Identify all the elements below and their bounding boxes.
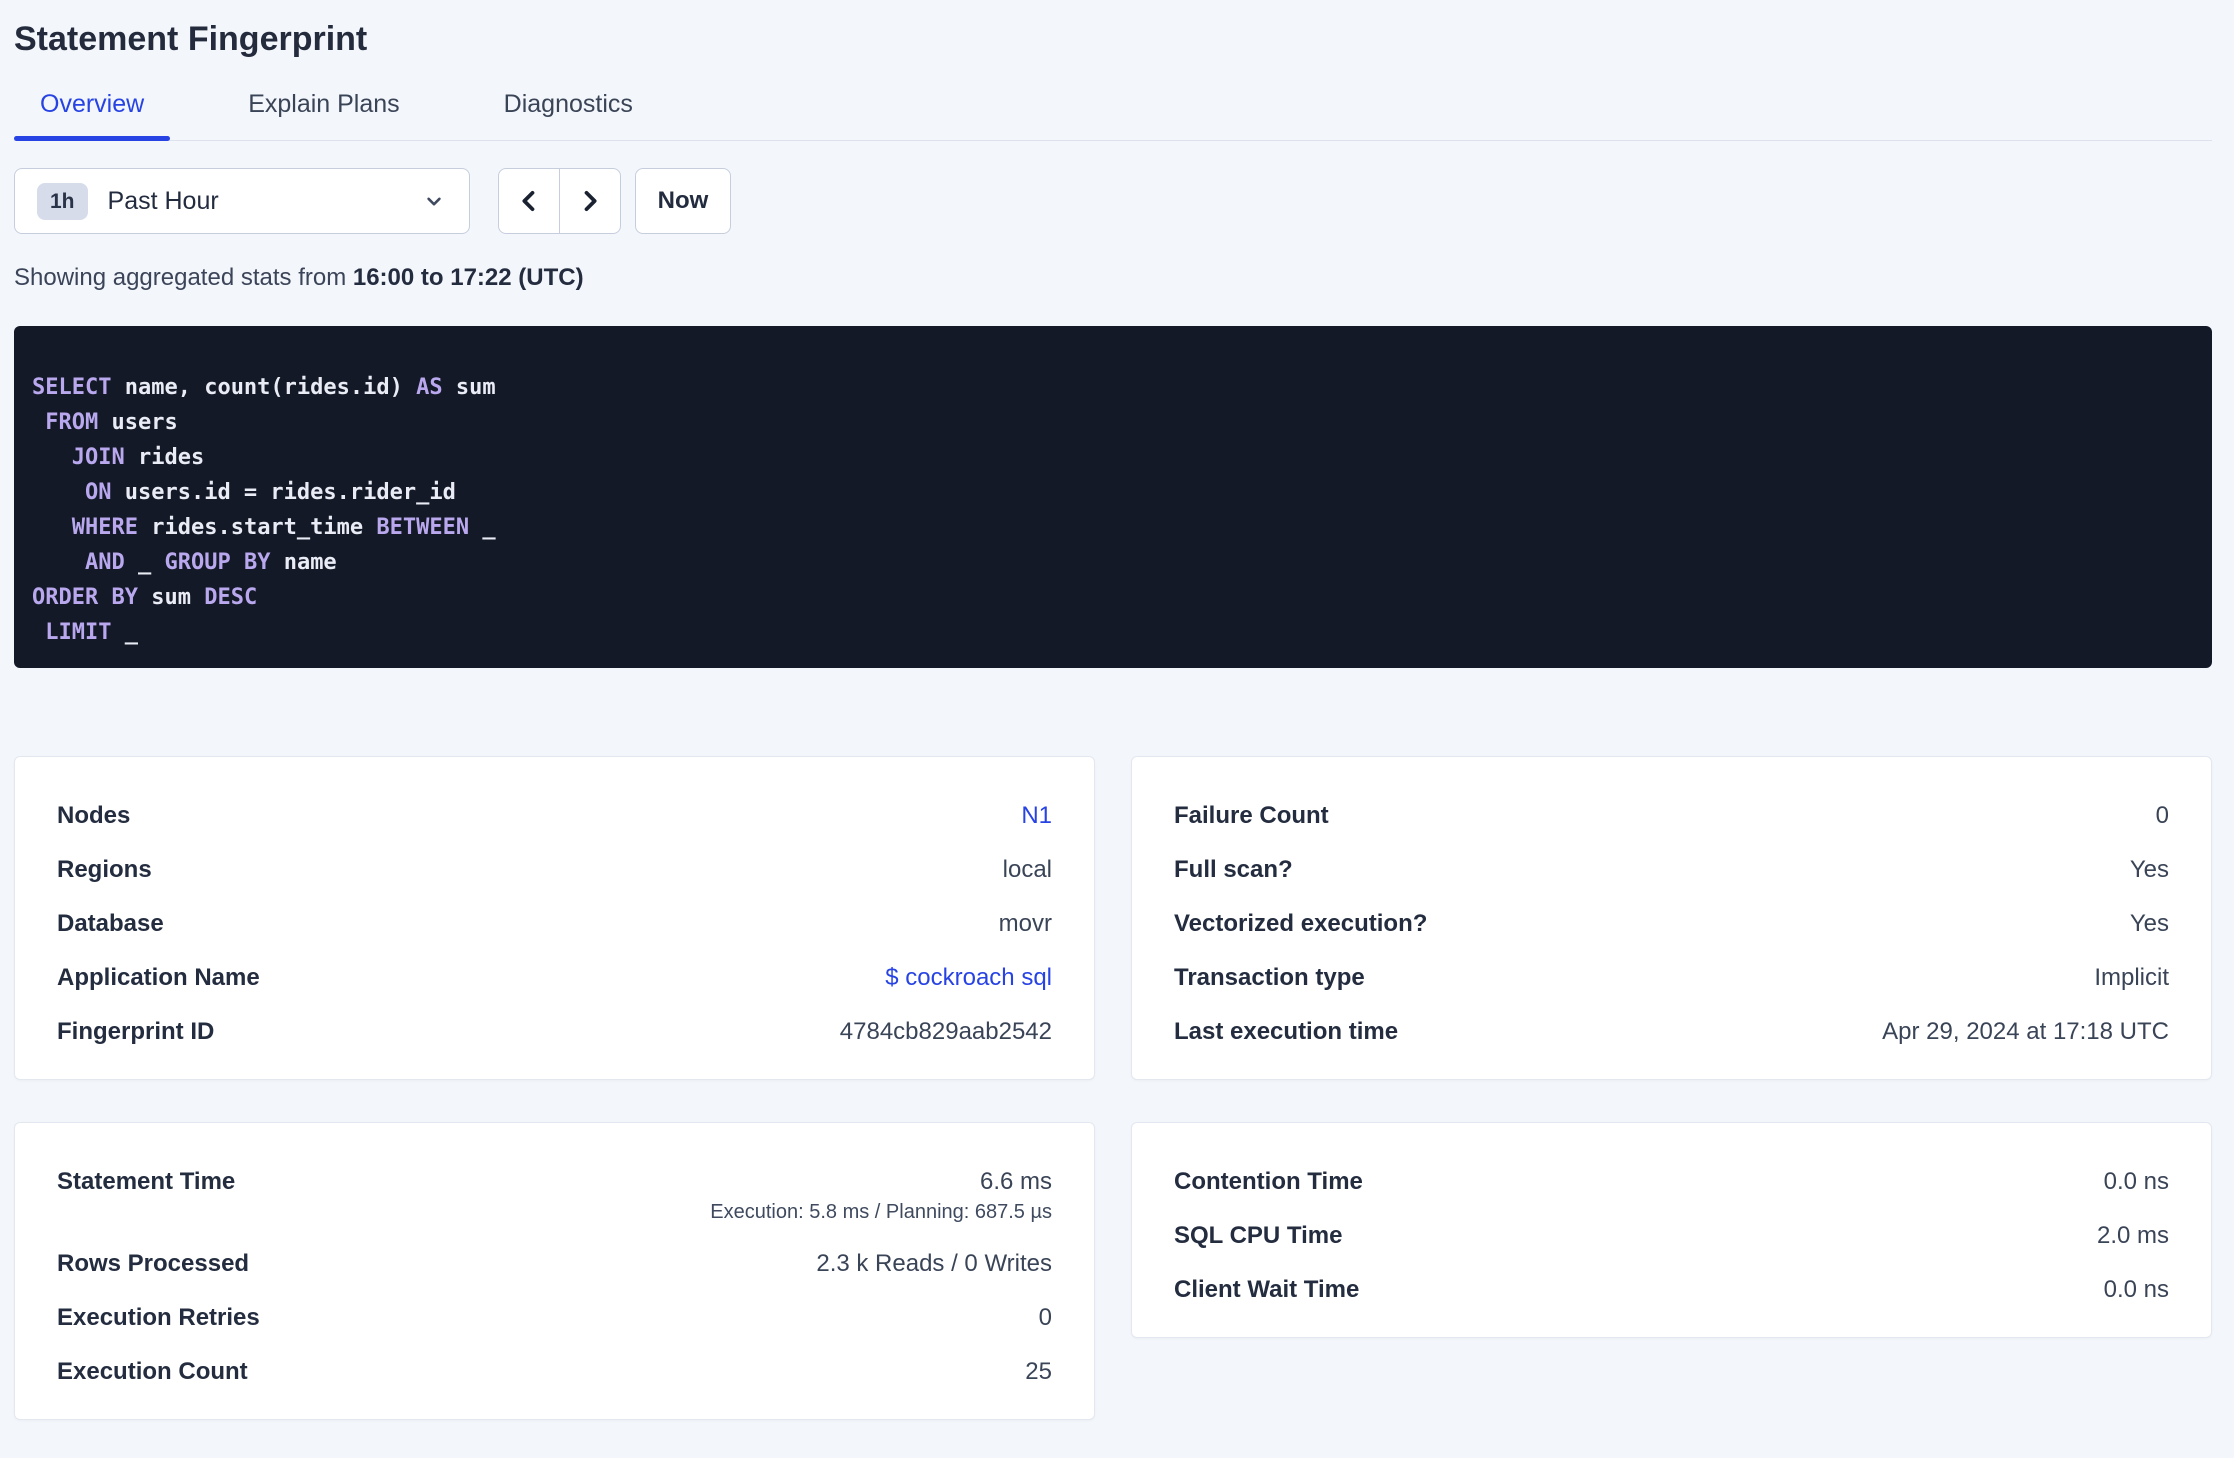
overview-cards-top: Nodes N1 Regions local Database movr App…	[14, 756, 2212, 1080]
row-label: Execution Retries	[57, 1304, 260, 1331]
sql-statement-box: SELECT name, count(rides.id) AS sum FROM…	[14, 326, 2212, 668]
row-label: Contention Time	[1174, 1168, 1363, 1195]
now-button[interactable]: Now	[635, 168, 731, 234]
chevron-right-icon	[584, 190, 597, 212]
info-row: Execution Retries 0	[57, 1303, 1052, 1333]
row-value: Yes	[2129, 910, 2169, 937]
row-value: 2.0 ms	[2096, 1222, 2169, 1249]
info-row: Client Wait Time 0.0 ns	[1174, 1275, 2169, 1305]
sql-line: LIMIT _	[45, 620, 138, 645]
tab-explain-plans[interactable]: Explain Plans	[222, 90, 425, 140]
next-interval-button[interactable]	[559, 168, 621, 234]
row-label: Failure Count	[1174, 802, 1329, 829]
row-label: Vectorized execution?	[1174, 910, 1428, 937]
sql-line: JOIN rides	[71, 445, 205, 470]
app-name-link[interactable]: $ cockroach sql	[885, 963, 1052, 993]
row-label: Transaction type	[1174, 964, 1365, 991]
row-value: Implicit	[2094, 964, 2169, 991]
sql-line: FROM users	[45, 410, 178, 435]
info-row: Last execution time Apr 29, 2024 at 17:1…	[1174, 1017, 2169, 1047]
row-value: local	[1002, 856, 1052, 883]
row-label: Last execution time	[1174, 1018, 1399, 1045]
info-row: Contention Time 0.0 ns	[1174, 1167, 2169, 1197]
info-card-time-stats: Contention Time 0.0 ns SQL CPU Time 2.0 …	[1131, 1122, 2212, 1338]
info-row: Failure Count 0	[1174, 801, 2169, 831]
info-row: Nodes N1	[57, 801, 1052, 831]
row-value: Yes	[2129, 856, 2169, 883]
row-value: 0.0 ns	[2103, 1276, 2169, 1303]
row-value: movr	[998, 910, 1052, 937]
time-interval-dropdown[interactable]: 1h Past Hour	[14, 168, 470, 234]
stats-summary-prefix: Showing aggregated stats from	[14, 264, 353, 291]
chevron-left-icon	[522, 190, 535, 212]
tab-overview[interactable]: Overview	[14, 90, 171, 141]
stats-summary: Showing aggregated stats from 16:00 to 1…	[14, 264, 2212, 292]
info-row: Vectorized execution? Yes	[1174, 909, 2169, 939]
info-row: SQL CPU Time 2.0 ms	[1174, 1221, 2169, 1251]
row-value: 2.3 k Reads / 0 Writes	[816, 1250, 1052, 1277]
info-card-statement-stats: Statement Time 6.6 ms Execution: 5.8 ms …	[14, 1122, 1095, 1420]
fingerprint-id-value: 4784cb829aab2542	[839, 1018, 1052, 1045]
row-value: 0.0 ns	[2103, 1168, 2169, 1195]
sql-code: SELECT name, count(rides.id) AS sum FROM…	[32, 370, 2182, 650]
row-label: Regions	[57, 856, 152, 883]
statement-fingerprint-page: Statement Fingerprint Overview Explain P…	[0, 0, 2234, 1420]
last-execution-time-value: Apr 29, 2024 at 17:18 UTC	[1882, 1018, 2169, 1045]
sql-line: ORDER BY sum DESC	[32, 585, 258, 610]
tab-bar: Overview Explain Plans Diagnostics	[14, 90, 2212, 141]
row-value: 0	[1038, 1304, 1052, 1331]
info-card-general: Nodes N1 Regions local Database movr App…	[14, 756, 1095, 1080]
sql-line: ON users.id = rides.rider_id	[84, 480, 456, 505]
row-label: Full scan?	[1174, 856, 1293, 883]
row-label: Application Name	[57, 964, 260, 991]
sql-line: AND _ GROUP BY name	[84, 550, 337, 575]
info-row: Fingerprint ID 4784cb829aab2542	[57, 1017, 1052, 1047]
info-row: Rows Processed 2.3 k Reads / 0 Writes	[57, 1249, 1052, 1279]
chevron-down-icon	[427, 197, 441, 206]
row-value-group: 6.6 ms Execution: 5.8 ms / Planning: 687…	[710, 1167, 1052, 1225]
info-card-execution-attributes: Failure Count 0 Full scan? Yes Vectorize…	[1131, 756, 2212, 1080]
row-label: Execution Count	[57, 1358, 248, 1385]
row-label: SQL CPU Time	[1174, 1222, 1343, 1249]
row-value: 6.6 ms	[979, 1168, 1052, 1195]
info-row: Transaction type Implicit	[1174, 963, 2169, 993]
row-label: Rows Processed	[57, 1250, 250, 1277]
row-subvalue: Execution: 5.8 ms / Planning: 687.5 µs	[710, 1201, 1052, 1223]
stats-summary-range: 16:00 to 17:22 (UTC)	[352, 264, 584, 291]
row-label: Client Wait Time	[1174, 1276, 1360, 1303]
sql-line: SELECT name, count(rides.id) AS sum	[32, 375, 496, 400]
row-value: 25	[1025, 1358, 1052, 1385]
row-value: 0	[2155, 802, 2169, 829]
info-row: Regions local	[57, 855, 1052, 885]
sql-line: WHERE rides.start_time BETWEEN _	[71, 515, 496, 540]
row-label: Fingerprint ID	[57, 1018, 215, 1045]
tab-diagnostics[interactable]: Diagnostics	[478, 90, 659, 140]
interval-arrow-group	[498, 168, 621, 234]
info-row: Execution Count 25	[57, 1357, 1052, 1387]
time-picker-row: 1h Past Hour Now	[14, 168, 2212, 234]
interval-label: Past Hour	[107, 186, 219, 215]
prev-interval-button[interactable]	[498, 168, 560, 234]
interval-badge: 1h	[37, 182, 88, 220]
info-row: Full scan? Yes	[1174, 855, 2169, 885]
overview-cards-bottom: Statement Time 6.6 ms Execution: 5.8 ms …	[14, 1122, 2212, 1420]
info-row: Statement Time 6.6 ms Execution: 5.8 ms …	[57, 1167, 1052, 1225]
nodes-link[interactable]: N1	[1021, 801, 1052, 831]
page-title: Statement Fingerprint	[14, 20, 368, 58]
row-label: Database	[57, 910, 164, 937]
info-row: Application Name $ cockroach sql	[57, 963, 1052, 993]
row-label: Statement Time	[57, 1168, 236, 1195]
info-row: Database movr	[57, 909, 1052, 939]
row-label: Nodes	[57, 802, 131, 829]
